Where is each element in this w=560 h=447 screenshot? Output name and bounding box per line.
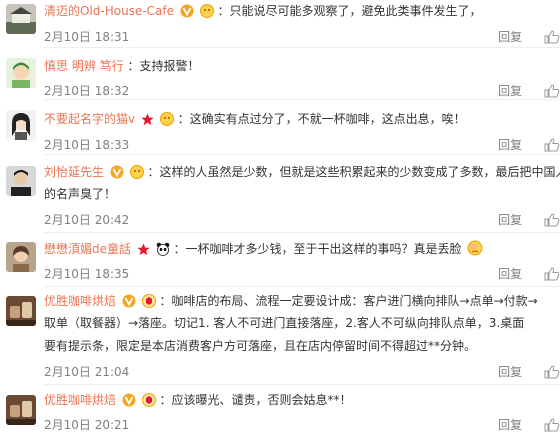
comment-text: 支持报警！ [139, 59, 200, 73]
member-icon [199, 4, 214, 24]
commenter-name[interactable]: 慎思 明辨 笃行 [44, 59, 124, 73]
comment-time: 2月10日 18:35 [44, 267, 130, 281]
star-icon [141, 113, 154, 132]
commenter-name[interactable]: 清迈的Old-House-Cafe [44, 4, 174, 18]
reply-button[interactable]: 回复 [498, 416, 522, 433]
comment-text-continued: 取单（取餐器）→落座。切记1. 客人不可进门直接落座，2.客人不可纵向排队点单，… [44, 316, 525, 330]
comment-text: 这确实有点过分了，不就一杯咖啡，这点出息，唉！ [189, 112, 466, 126]
comment-text: 只能说尽可能多观察了，避免此类事件发生了， [229, 4, 482, 18]
reply-button[interactable]: 回复 [498, 136, 522, 153]
avatar[interactable] [6, 395, 36, 425]
comment-time: 2月10日 20:42 [44, 213, 130, 227]
comment-text: 应该曝光、谴责，否则会姑息**！ [171, 393, 352, 407]
reply-button[interactable]: 回复 [498, 363, 522, 380]
comment-time: 2月10日 18:31 [44, 30, 130, 44]
comment-item: 懋懋湏媚de童話 ：一杯咖啡才多少钱，至于干出这样的事吗？真是丢脸 2月10日 … [0, 233, 560, 287]
comment-item: 刘怡延先生 ：这样的人虽然是少数，但就是这些积累起来的少数变成了多数，最后把中国… [0, 155, 560, 233]
commenter-name[interactable]: 优胜咖啡烘焙 [44, 393, 116, 407]
avatar[interactable] [6, 166, 36, 196]
commenter-name[interactable]: 优胜咖啡烘焙 [44, 294, 116, 308]
member-icon [159, 112, 174, 132]
like-icon[interactable] [544, 418, 560, 435]
panda-icon [156, 242, 170, 262]
comment-time: 2月10日 18:33 [44, 138, 130, 152]
comment-text-continued: 的名声臭了！ [44, 187, 117, 201]
reply-button[interactable]: 回复 [498, 211, 522, 228]
avatar[interactable] [6, 296, 36, 326]
commenter-name[interactable]: 刘怡延先生 [44, 165, 104, 179]
comment-item: 不要起名字的猫v ：这确实有点过分了，不就一杯咖啡，这点出息，唉！ 2月10日 … [0, 100, 560, 155]
comment-item: 优胜咖啡烘焙 ：应该曝光、谴责，否则会姑息**！ 2月10日 20:21 回复 [0, 385, 560, 447]
facepalm-emoji-icon [467, 240, 483, 262]
comment-time: 2月10日 21:04 [44, 365, 130, 379]
like-icon[interactable] [544, 30, 560, 47]
avatar[interactable] [6, 4, 36, 34]
member-icon [129, 165, 144, 185]
member-icon [141, 294, 156, 314]
reply-button[interactable]: 回复 [498, 28, 522, 45]
member-icon [141, 393, 156, 413]
comment-text: 这样的人虽然是少数，但就是这些积累起来的少数变成了多数，最后把中国人 [159, 165, 560, 179]
comment-text-continued: 要有提示条，限定是本店消费客户方可落座，且在店内停留时间不得超过**分钟。 [44, 339, 477, 353]
avatar[interactable] [6, 58, 36, 88]
star-icon [137, 243, 150, 262]
avatar[interactable] [6, 110, 36, 140]
reply-button[interactable]: 回复 [498, 82, 522, 99]
comment-item: 慎思 明辨 笃行 ：支持报警！ 2月10日 18:32 回复 [0, 48, 560, 100]
verified-badge-icon [180, 4, 194, 24]
commenter-name[interactable]: 不要起名字的猫v [44, 112, 135, 126]
comment-item: 清迈的Old-House-Cafe ：只能说尽可能多观察了，避免此类事件发生了，… [0, 0, 560, 48]
verified-badge-icon [122, 294, 136, 314]
reply-button[interactable]: 回复 [498, 265, 522, 282]
comment-text: 咖啡店的布局、流程一定要设计成：客户进门横向排队→点单→付款→ [171, 294, 538, 308]
like-icon[interactable] [544, 213, 560, 230]
comment-time: 2月10日 18:32 [44, 84, 130, 98]
verified-badge-icon [110, 165, 124, 185]
like-icon[interactable] [544, 138, 560, 155]
like-icon[interactable] [544, 365, 560, 382]
like-icon[interactable] [544, 267, 560, 284]
comment-text: 一杯咖啡才多少钱，至于干出这样的事吗？真是丢脸 [185, 242, 462, 256]
comment-time: 2月10日 20:21 [44, 418, 130, 432]
avatar[interactable] [6, 242, 36, 272]
commenter-name[interactable]: 懋懋湏媚de童話 [44, 242, 131, 256]
comment-item: 优胜咖啡烘焙 ：咖啡店的布局、流程一定要设计成：客户进门横向排队→点单→付款→ … [0, 287, 560, 385]
verified-badge-icon [122, 393, 136, 413]
